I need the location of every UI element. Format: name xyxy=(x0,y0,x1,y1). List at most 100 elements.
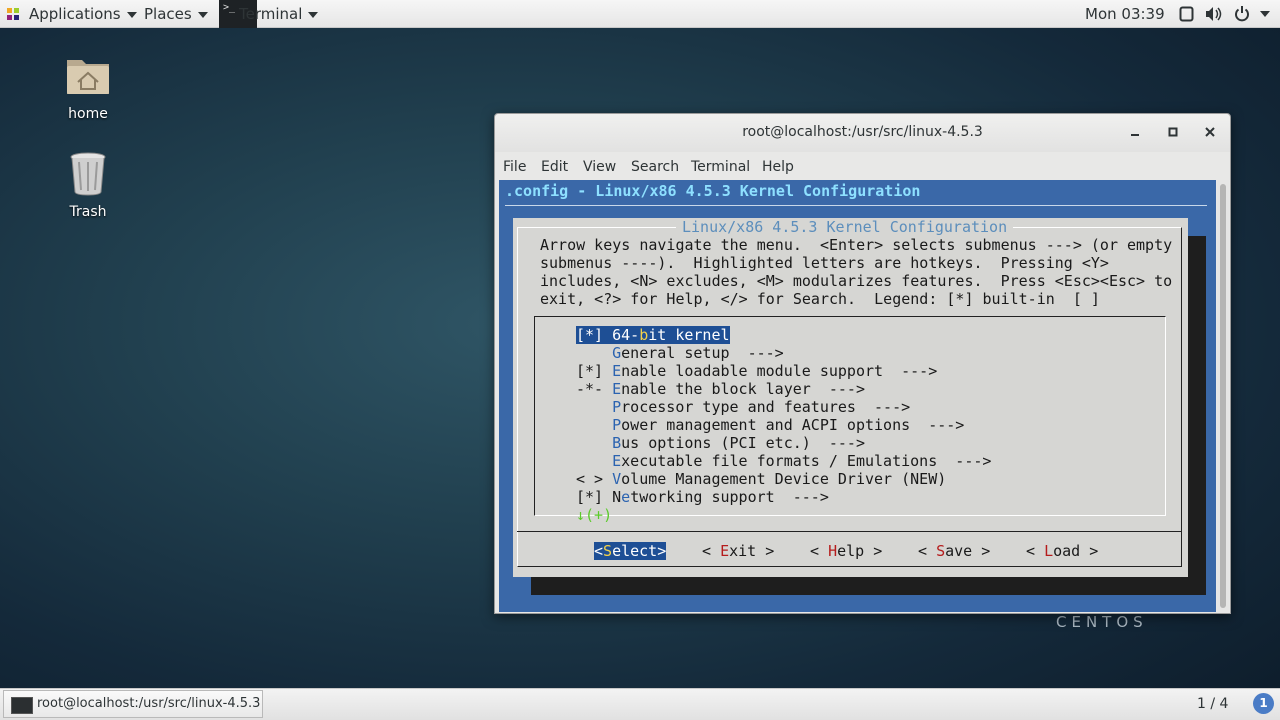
menu-item-hotkey: b xyxy=(639,326,649,344)
menu-item-hotkey: B xyxy=(612,434,622,452)
menu-item-hotkey: E xyxy=(612,362,622,380)
menu-item-state xyxy=(576,416,612,434)
menu-item-text: eneral setup ---> xyxy=(621,344,784,362)
menu-help[interactable]: Help xyxy=(762,159,794,175)
scrollbar-thumb[interactable] xyxy=(1220,184,1226,608)
menu-item-text: 64- xyxy=(612,326,640,344)
menu-item-text: it kernel xyxy=(648,326,730,344)
menu-view[interactable]: View xyxy=(583,159,616,175)
button-hotkey: E xyxy=(720,542,730,560)
clock[interactable]: Mon 03:39 xyxy=(1085,0,1165,28)
menu-item-hotkey: e xyxy=(621,488,631,506)
close-button[interactable] xyxy=(1199,122,1221,144)
menu-item[interactable]: < > Volume Management Device Driver (NEW… xyxy=(576,470,946,488)
minimize-icon xyxy=(1131,134,1139,136)
menu-item-state xyxy=(576,452,612,470)
menu-terminal[interactable]: Terminal xyxy=(691,159,750,175)
chevron-down-icon xyxy=(197,11,208,18)
terminal-app-label: Terminal xyxy=(239,5,303,23)
menu-item-text: xecutable file formats / Emulations ---> xyxy=(621,452,992,470)
terminal-content[interactable]: .config - Linux/x86 4.5.3 Kernel Configu… xyxy=(499,180,1216,612)
menu-item[interactable]: Executable file formats / Emulations ---… xyxy=(576,452,991,470)
centos-watermark: CENTOS xyxy=(1056,613,1148,631)
menu-item[interactable]: General setup ---> xyxy=(576,344,784,362)
menu-file[interactable]: File xyxy=(503,159,526,175)
button-hotkey: S xyxy=(936,542,946,560)
button-text: elp > xyxy=(837,542,883,560)
select-button[interactable]: <Select> xyxy=(594,542,667,560)
menu-item-text: tworking support ---> xyxy=(630,488,829,506)
terminal-icon xyxy=(11,697,33,714)
menu-item[interactable]: [*] Networking support ---> xyxy=(576,488,829,506)
centos-logo-icon xyxy=(7,8,19,20)
screen-icon[interactable] xyxy=(1179,6,1194,22)
menu-search[interactable]: Search xyxy=(631,159,679,175)
terminal-app-menu[interactable]: Terminal xyxy=(239,0,319,28)
help-button[interactable]: < Help > xyxy=(810,542,882,560)
menu-item-hotkey: V xyxy=(612,470,622,488)
menu-item[interactable]: [*] Enable loadable module support ---> xyxy=(576,362,937,380)
load-button[interactable]: < Load > xyxy=(1026,542,1098,560)
applications-menu[interactable]: Applications xyxy=(29,0,137,28)
power-icon[interactable] xyxy=(1234,5,1250,22)
bottom-panel: root@localhost:/usr/src/linux-4.5.3 1 / … xyxy=(0,688,1280,720)
menu-item-text: nable the block layer ---> xyxy=(621,380,865,398)
menu-item-hotkey: P xyxy=(612,416,622,434)
menu-item-state xyxy=(576,434,612,452)
button-hotkey: S xyxy=(603,542,613,560)
button-hotkey: H xyxy=(828,542,838,560)
menu-item-text: olume Management Device Driver (NEW) xyxy=(621,470,947,488)
chevron-down-icon xyxy=(126,11,137,18)
workspace-indicator[interactable]: 1 / 4 xyxy=(1197,696,1228,712)
button-text: < xyxy=(810,542,829,560)
desktop-icon-trash[interactable]: Trash xyxy=(43,152,133,220)
exit-button[interactable]: < Exit > xyxy=(702,542,774,560)
menu-item-text: ower management and ACPI options ---> xyxy=(621,416,965,434)
dialog-title: Linux/x86 4.5.3 Kernel Configuration xyxy=(676,218,1014,236)
maximize-button[interactable] xyxy=(1162,122,1184,144)
button-text: xit > xyxy=(729,542,775,560)
chevron-down-icon[interactable] xyxy=(1260,11,1270,17)
button-hotkey: L xyxy=(1044,542,1054,560)
terminal-scrollbar[interactable] xyxy=(1217,180,1229,612)
places-menu[interactable]: Places xyxy=(144,0,208,28)
minimize-button[interactable] xyxy=(1124,122,1146,144)
button-text: < xyxy=(702,542,721,560)
clock-label: Mon 03:39 xyxy=(1085,5,1165,23)
desktop-icon-label: Trash xyxy=(69,204,107,220)
menu-item-hotkey: E xyxy=(612,380,622,398)
notification-badge[interactable]: 1 xyxy=(1253,693,1274,714)
chevron-down-icon xyxy=(308,11,319,18)
menu-item[interactable]: -*- Enable the block layer ---> xyxy=(576,380,865,398)
help-line: includes, <N> excludes, <M> modularizes … xyxy=(540,272,1173,290)
window-titlebar[interactable]: root@localhost:/usr/src/linux-4.5.3 xyxy=(495,114,1230,152)
trash-icon xyxy=(70,152,106,196)
volume-icon[interactable] xyxy=(1205,6,1222,22)
menu-item-text: rocessor type and features ---> xyxy=(621,398,911,416)
menu-item-state xyxy=(576,344,612,362)
save-button[interactable]: < Save > xyxy=(918,542,990,560)
menu-item[interactable]: Power management and ACPI options ---> xyxy=(576,416,964,434)
desktop-icon-home[interactable]: home xyxy=(43,52,133,122)
config-header: .config - Linux/x86 4.5.3 Kernel Configu… xyxy=(505,182,921,200)
taskbar-item-terminal[interactable]: root@localhost:/usr/src/linux-4.5.3 xyxy=(3,690,263,718)
menu-item[interactable]: Processor type and features ---> xyxy=(576,398,910,416)
button-text: elect> xyxy=(612,542,667,560)
maximize-icon xyxy=(1168,127,1178,137)
menu-item[interactable]: [*] 64-bit kernel xyxy=(576,326,730,344)
help-line: Arrow keys navigate the menu. <Enter> se… xyxy=(540,236,1173,254)
menu-item[interactable]: Bus options (PCI etc.) ---> xyxy=(576,434,865,452)
menu-edit[interactable]: Edit xyxy=(541,159,568,175)
menu-item-text: us options (PCI etc.) ---> xyxy=(621,434,865,452)
places-label: Places xyxy=(144,5,192,23)
menu-item-state: -*- xyxy=(576,380,613,398)
applications-label: Applications xyxy=(29,5,121,23)
more-items-indicator: ↓(+) xyxy=(576,506,613,524)
taskbar-item-label: root@localhost:/usr/src/linux-4.5.3 xyxy=(37,696,261,711)
button-text: < xyxy=(1026,542,1045,560)
menu-item-text: nable loadable module support ---> xyxy=(621,362,938,380)
menu-item-hotkey: P xyxy=(612,398,622,416)
menu-item-state: < > xyxy=(576,470,613,488)
button-text: < xyxy=(918,542,937,560)
window-menubar: File Edit View Search Terminal Help xyxy=(495,154,1230,180)
